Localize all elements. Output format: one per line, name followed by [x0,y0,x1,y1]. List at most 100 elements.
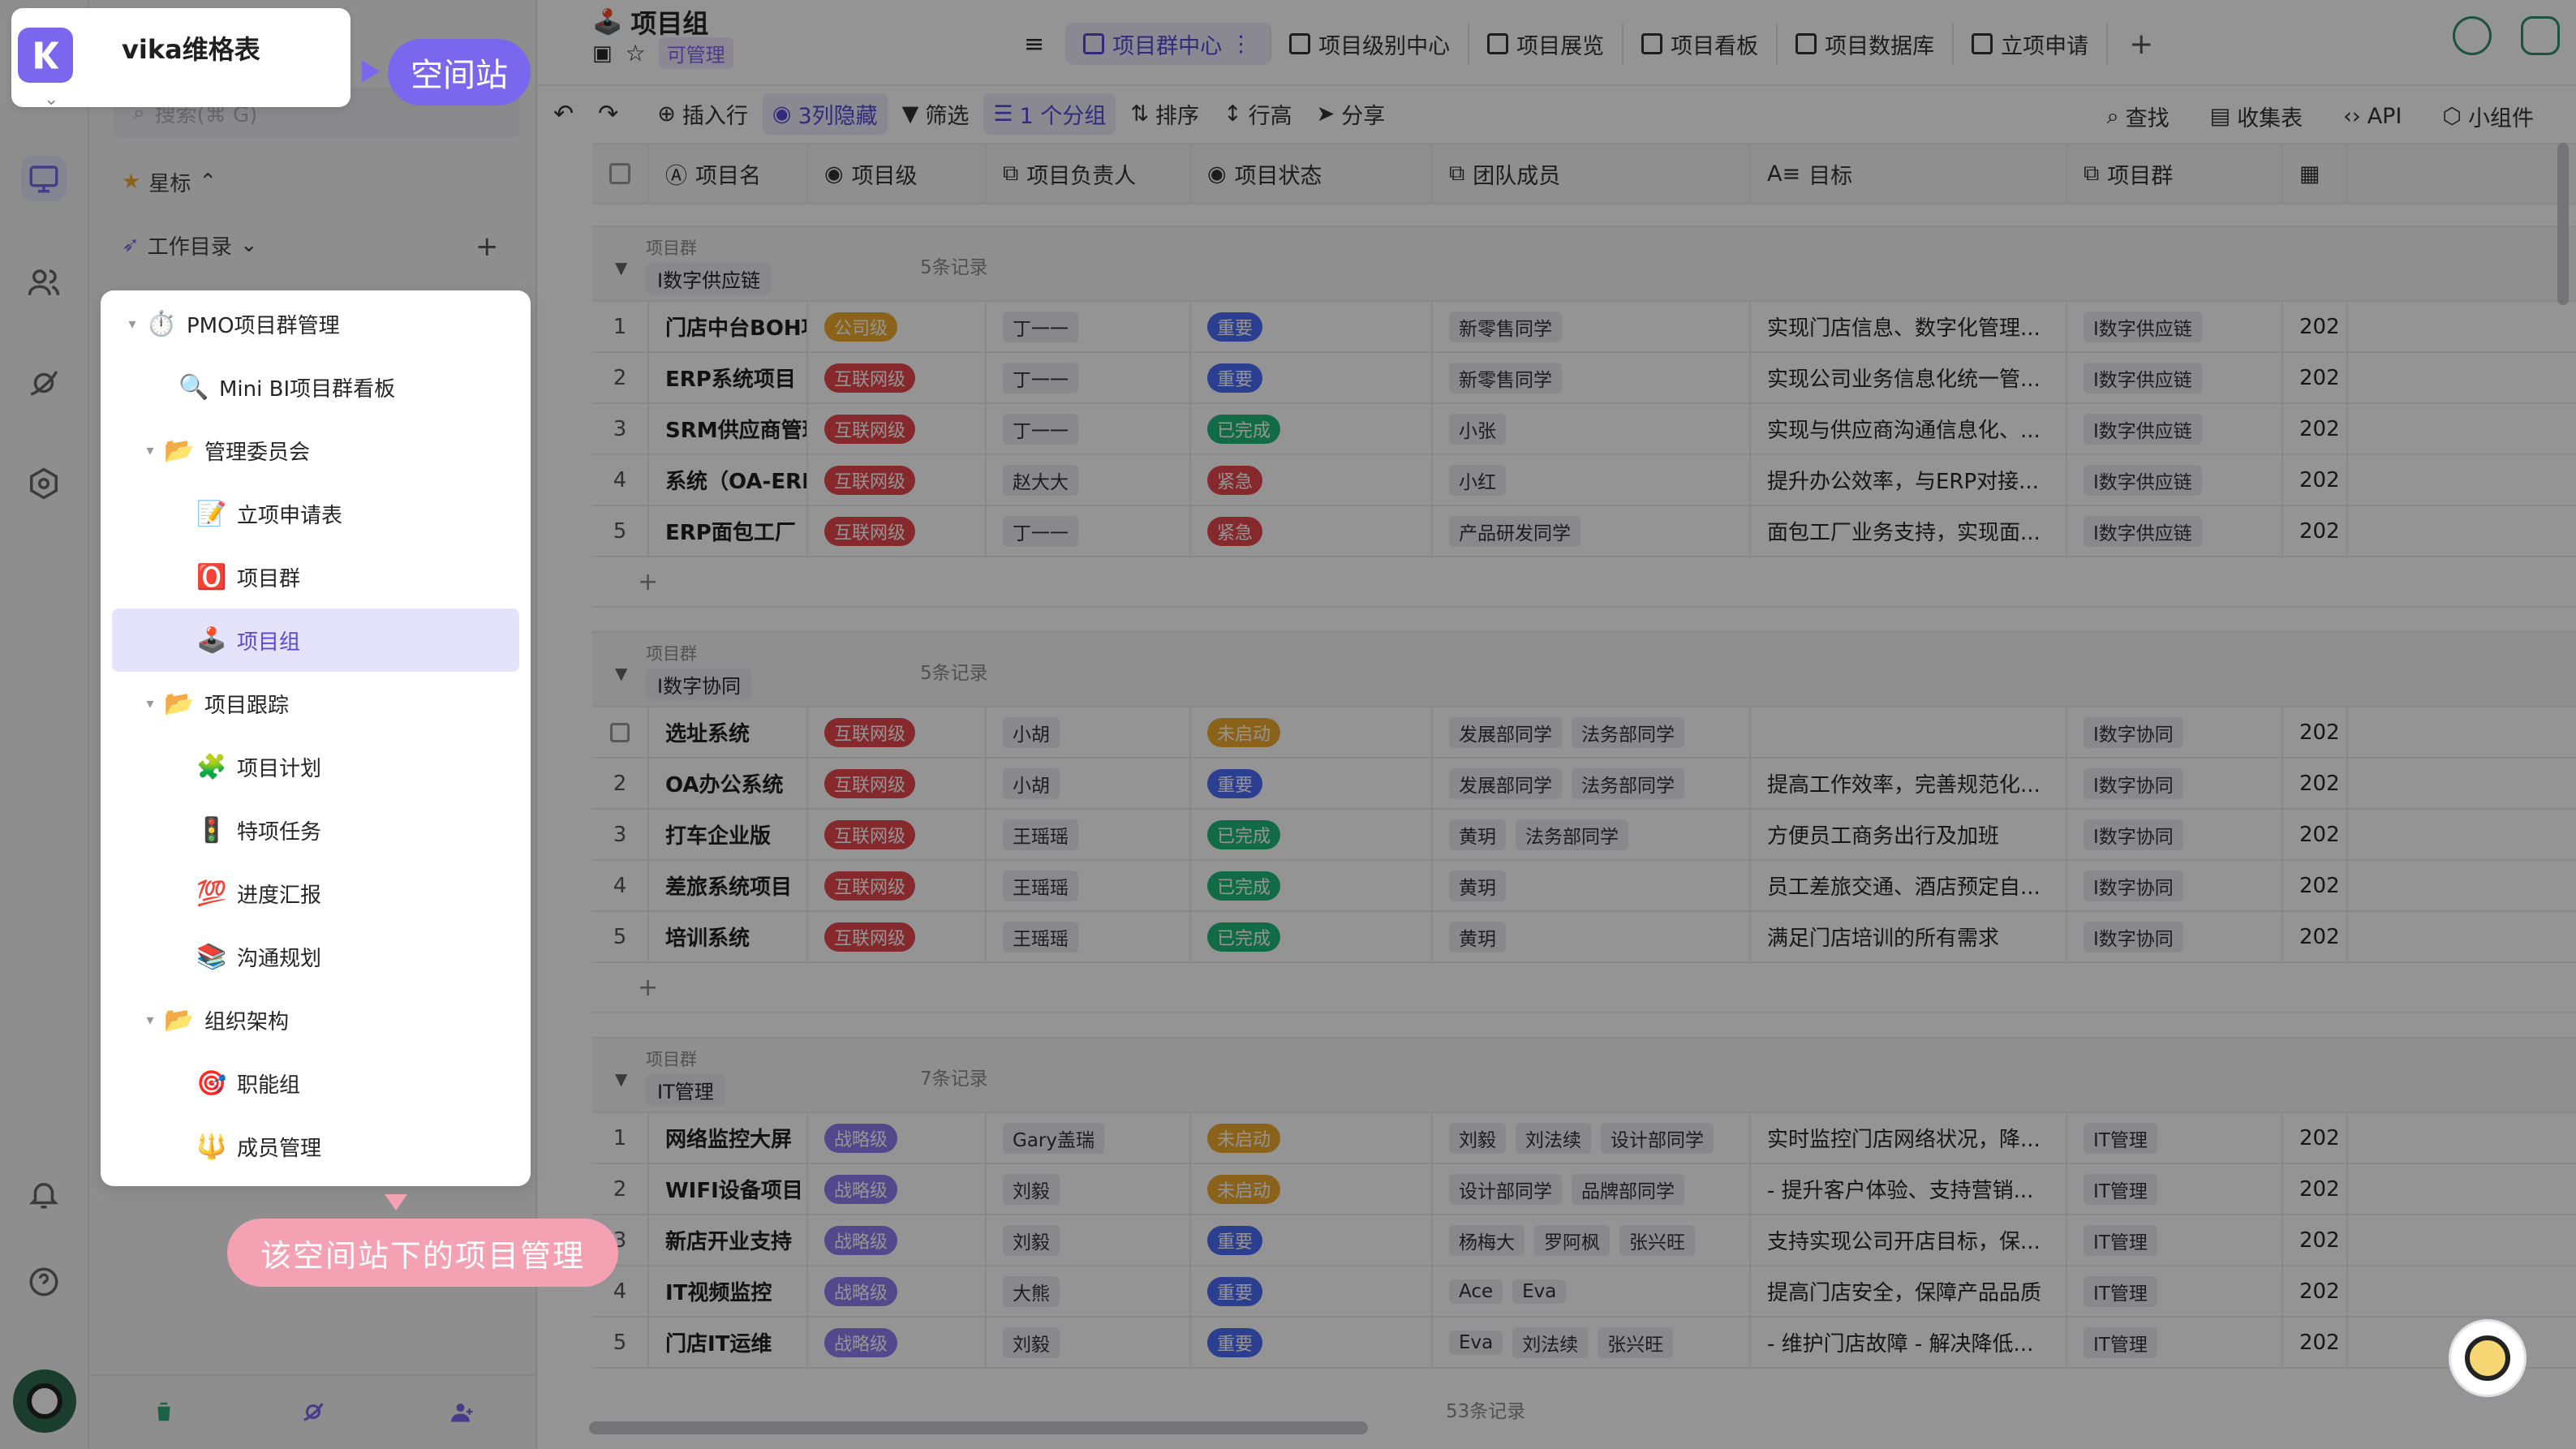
table-row[interactable]: 选址系统 互联网级 小胡 未启动 发展部同学 法务部同学 I数字协同 202 [592,707,2576,759]
column-header-group[interactable]: ⧉ 项目群 [2067,144,2283,203]
filter-button[interactable]: ▼ 筛选 [892,93,979,135]
group-cell[interactable]: IT管理 [2067,1266,2283,1316]
group-header[interactable]: ▼ 项目群 IT管理 7条记录 [592,1037,2576,1113]
date-cell[interactable]: 202 [2283,302,2348,351]
explore-icon[interactable] [297,1395,329,1428]
tree-node[interactable]: 🔱 成员管理 [112,1115,519,1178]
add-record-button[interactable]: + [592,557,2576,608]
status-cell[interactable]: 已完成 [1191,810,1433,859]
add-view-icon[interactable]: + [2129,28,2153,61]
collapse-caret-icon[interactable]: ▼ [615,1069,627,1089]
group-cell[interactable]: I数字供应链 [2067,455,2283,505]
collapse-caret-icon[interactable]: ▼ [615,258,627,277]
owner-cell[interactable]: 丁一一 [987,302,1191,351]
info-icon[interactable]: ▣ [592,41,613,66]
collaborator-avatar[interactable] [2453,16,2492,55]
level-cell[interactable]: 互联网级 [808,506,987,556]
group-cell[interactable]: IT管理 [2067,1318,2283,1367]
owner-cell[interactable]: Gary盖瑞 [987,1113,1191,1163]
hidden-fields-button[interactable]: ◉ 3列隐藏 [762,92,888,135]
status-cell[interactable]: 已完成 [1191,404,1433,454]
date-cell[interactable]: 202 [2283,404,2348,454]
widget-button[interactable]: ⬡ 小组件 [2432,96,2544,137]
members-cell[interactable]: 小红 [1433,455,1751,505]
status-cell[interactable]: 已完成 [1191,861,1433,910]
column-header-status[interactable]: ◉ 项目状态 [1191,144,1433,203]
level-cell[interactable]: 互联网级 [808,912,987,961]
share-button[interactable]: ➤ 分享 [1307,93,1396,135]
members-cell[interactable]: 发展部同学 法务部同学 [1433,759,1751,808]
goal-cell[interactable] [1751,707,2067,757]
status-cell[interactable]: 重要 [1191,1215,1433,1265]
table-row[interactable]: 2 WIFI设备项目 战略级 刘毅 未启动 设计部同学 品牌部同学 - 提升客户体验、支持营销… [592,1164,2576,1215]
date-cell[interactable]: 202 [2283,759,2348,808]
project-name-cell[interactable]: ERP面包工厂 [649,506,808,556]
level-cell[interactable]: 战略级 [808,1164,987,1214]
status-cell[interactable]: 紧急 [1191,455,1433,505]
tab-project-database[interactable]: 项目数据库 [1778,23,1955,65]
members-cell[interactable]: 产品研发同学 [1433,506,1751,556]
goal-cell[interactable]: - 提升客户体验、支持营销... [1751,1164,2067,1214]
table-row[interactable]: 2 OA办公系统 互联网级 小胡 重要 发展部同学 法务部同学 提高工作效率，完善规范化...… [592,759,2576,810]
table-row[interactable]: 5 门店IT运维 战略级 刘毅 重要 Eva 刘法续 张兴旺 - 维护门店故障 - 解决降低..… [592,1318,2576,1369]
table-row[interactable]: 4系统（OA-ERP-银行） 互联网级 赵大大 紧急 小红 提升办公效率，与ERP对接..… [592,455,2576,506]
view-list-icon[interactable]: ≡ [1024,30,1044,58]
level-cell[interactable]: 互联网级 [808,810,987,859]
project-name-cell[interactable]: 门店IT运维 [649,1318,808,1367]
members-cell[interactable]: 黄玥 [1433,912,1751,961]
help-icon[interactable] [21,1259,67,1305]
goal-cell[interactable]: 支持实现公司开店目标，保... [1751,1215,2067,1265]
chevron-down-icon[interactable]: ▾ [120,316,144,333]
invite-member-icon[interactable] [446,1395,479,1428]
table-row[interactable]: 4 IT视频监控 战略级 大熊 重要 Ace Eva 提高门店安全，保障产品品质 IT管理 202 [592,1266,2576,1318]
column-header-members[interactable]: ⧉ 团队成员 [1433,144,1751,203]
bell-icon[interactable] [21,1172,67,1217]
members-cell[interactable]: 小张 [1433,404,1751,454]
date-cell[interactable]: 202 [2283,455,2348,505]
chevron-down-icon[interactable]: ▾ [138,1012,162,1029]
tree-node[interactable]: ▾ ⏱️ PMO项目群管理 [112,292,519,355]
column-header-goal[interactable]: A≡ 目标 [1751,144,2067,203]
add-record-button[interactable]: + [592,963,2576,1013]
level-cell[interactable]: 战略级 [808,1113,987,1163]
group-cell[interactable]: I数字供应链 [2067,506,2283,556]
select-all-checkbox[interactable] [592,144,649,203]
goal-cell[interactable]: 实现与供应商沟通信息化、... [1751,404,2067,454]
template-icon[interactable] [21,360,67,406]
group-cell[interactable]: IT管理 [2067,1164,2283,1214]
group-cell[interactable]: IT管理 [2067,1215,2283,1265]
date-cell[interactable]: 202 [2283,861,2348,910]
tab-project-gallery[interactable]: 项目展览 [1469,23,1624,65]
tab-project-level-center[interactable]: 项目级别中心 [1271,23,1470,65]
tree-node[interactable]: ▾ 📂 组织架构 [112,988,519,1051]
level-cell[interactable]: 公司级 [808,302,987,351]
members-cell[interactable]: Eva 刘法续 张兴旺 [1433,1318,1751,1367]
members-cell[interactable]: 新零售同学 [1433,353,1751,402]
level-cell[interactable]: 互联网级 [808,455,987,505]
group-header[interactable]: ▼ 项目群 I数字协同 5条记录 [592,631,2576,707]
tab-project-kanban[interactable]: 项目看板 [1623,23,1778,65]
status-cell[interactable]: 重要 [1191,353,1433,402]
tree-node[interactable]: 🕹️ 项目组 [112,608,519,672]
goal-cell[interactable]: 提升办公效率，与ERP对接... [1751,455,2067,505]
status-cell[interactable]: 重要 [1191,759,1433,808]
form-button[interactable]: ▤ 收集表 [2200,96,2313,137]
level-cell[interactable]: 战略级 [808,1215,987,1265]
tree-node[interactable]: ▾ 📂 管理委员会 [112,419,519,482]
goal-cell[interactable]: 提高工作效率，完善规范化... [1751,759,2067,808]
workbench-icon[interactable] [21,156,67,201]
owner-cell[interactable]: 刘毅 [987,1164,1191,1214]
column-header-date[interactable]: ▦ [2283,144,2348,203]
undo-icon[interactable]: ↶ [544,95,583,133]
goal-cell[interactable]: 实时监控门店网络状况，降... [1751,1113,2067,1163]
column-header-level[interactable]: ◉ 项目级 [808,144,987,203]
more-icon[interactable]: ⋮ [1230,32,1252,57]
owner-cell[interactable]: 大熊 [987,1266,1191,1316]
date-cell[interactable]: 202 [2283,810,2348,859]
level-cell[interactable]: 互联网级 [808,707,987,757]
tree-node[interactable]: 🎯 职能组 [112,1051,519,1115]
table-row[interactable]: 3 新店开业支持 战略级 刘毅 重要 杨梅大 罗阿枫 张兴旺 支持实现公司开店目标，保... IT… [592,1215,2576,1266]
group-cell[interactable]: I数字供应链 [2067,302,2283,351]
date-cell[interactable]: 202 [2283,912,2348,961]
table-row[interactable]: 4 差旅系统项目 互联网级 王瑶瑶 已完成 黄玥 员工差旅交通、酒店预定自... I数字协同 2… [592,861,2576,912]
